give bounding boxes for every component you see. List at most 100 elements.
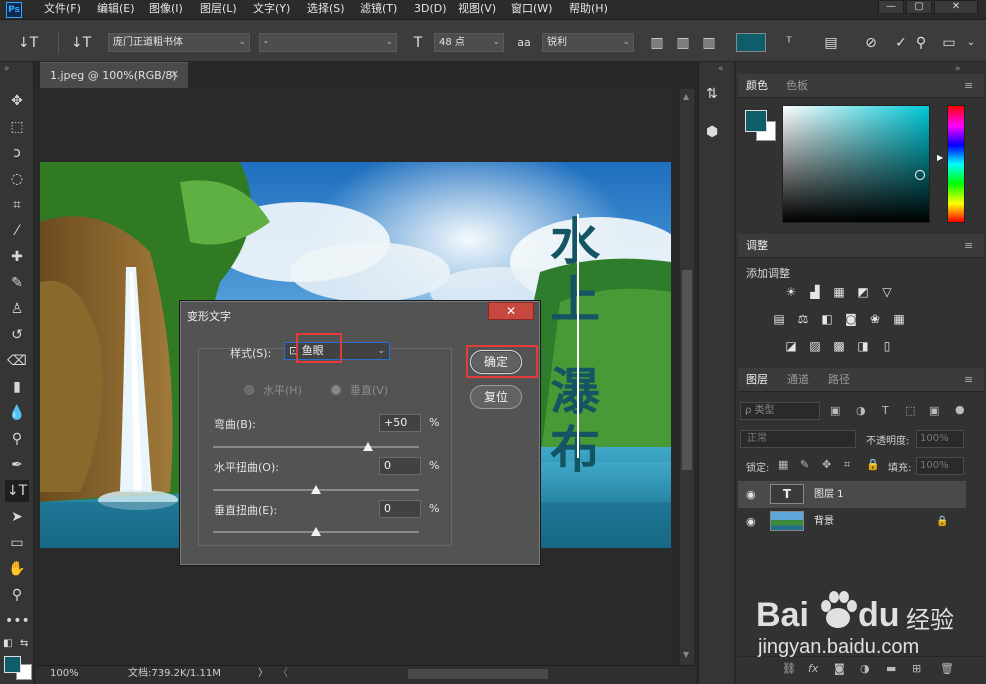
photo-filter-icon[interactable]: ◙	[843, 312, 859, 326]
expand-panels-icon[interactable]: »	[955, 64, 961, 74]
reset-button[interactable]: 复位	[470, 385, 522, 409]
font-size-select[interactable]: 48 点 ⌄	[434, 33, 504, 52]
filter-type-icon[interactable]: T	[882, 404, 889, 417]
marquee-tool-icon[interactable]: ⬚	[5, 116, 29, 138]
font-style-select[interactable]: - ⌄	[259, 33, 397, 52]
scroll-down-icon[interactable]: ▼	[683, 650, 689, 659]
vertical-text-layer[interactable]: 水 上 瀑 布	[545, 212, 605, 482]
curves-icon[interactable]: ▦	[831, 285, 847, 299]
black-white-icon[interactable]: ◧	[819, 312, 835, 326]
horizontal-distortion-input[interactable]: 0	[379, 457, 421, 475]
bend-slider-track[interactable]	[213, 446, 419, 448]
menu-help[interactable]: 帮助(H)	[569, 2, 608, 16]
history-brush-tool-icon[interactable]: ↺	[5, 324, 29, 346]
tab-color[interactable]: 颜色	[746, 74, 768, 98]
horizontal-radio[interactable]	[244, 385, 254, 395]
blur-tool-icon[interactable]: 💧	[5, 402, 29, 424]
layer-name[interactable]: 背景	[814, 508, 834, 535]
3d-panel-icon[interactable]: ⬢	[706, 124, 718, 140]
swap-colors-icon[interactable]: ⇆	[20, 638, 28, 649]
eraser-tool-icon[interactable]: ⌫	[5, 350, 29, 372]
invert-icon[interactable]: ◪	[783, 339, 799, 353]
vertical-type-tool-icon[interactable]: ↓T	[5, 480, 29, 502]
tab-paths[interactable]: 路径	[828, 368, 850, 392]
filter-adjustment-icon[interactable]: ◑	[856, 404, 866, 417]
workspace-chevron-icon[interactable]: ⌄	[962, 33, 980, 53]
color-panel-menu-icon[interactable]: ≡	[964, 74, 973, 98]
menu-3d[interactable]: 3D(D)	[414, 2, 447, 16]
collapse-panels-icon[interactable]: «	[718, 64, 724, 74]
lock-position-icon[interactable]: ✥	[822, 458, 831, 471]
hue-pointer-icon[interactable]: ▶	[937, 153, 943, 162]
dialog-close-button[interactable]: ✕	[488, 302, 534, 320]
status-menu-arrow-icon[interactable]: 〉	[258, 667, 268, 681]
eyedropper-tool-icon[interactable]: ⁄	[5, 220, 29, 242]
filter-shape-icon[interactable]: ⬚	[905, 404, 915, 417]
align-top-icon[interactable]: ▥	[646, 33, 668, 53]
levels-icon[interactable]: ▟	[807, 285, 823, 299]
hue-saturation-icon[interactable]: ▤	[771, 312, 787, 326]
workspace-icon[interactable]: ▭	[938, 33, 960, 53]
vertical-scrollbar-thumb[interactable]	[682, 270, 692, 470]
character-panel-icon[interactable]: ▤	[820, 33, 842, 53]
lock-transparent-icon[interactable]: ▦	[778, 458, 788, 471]
layer-row-text[interactable]: ◉ T 图层 1	[738, 481, 966, 508]
layers-panel-menu-icon[interactable]: ≡	[964, 368, 973, 392]
panel-foreground-swatch[interactable]	[745, 110, 767, 132]
exposure-icon[interactable]: ◩	[855, 285, 871, 299]
vertical-radio[interactable]	[331, 385, 341, 395]
text-color-swatch[interactable]	[736, 33, 766, 52]
vertical-distortion-slider-thumb[interactable]	[311, 527, 321, 536]
scroll-up-icon[interactable]: ▲	[683, 92, 689, 101]
channel-mixer-icon[interactable]: ❀	[867, 312, 883, 326]
history-panel-icon[interactable]: ⇅	[706, 86, 718, 102]
cancel-icon[interactable]: ⊘	[860, 33, 882, 53]
toggle-orientation-icon[interactable]: ↓T	[70, 33, 92, 53]
hand-tool-icon[interactable]: ✋	[5, 558, 29, 580]
eye-icon[interactable]: ◉	[746, 481, 756, 508]
selective-color-icon[interactable]: ▯	[879, 339, 895, 353]
tab-swatches[interactable]: 色板	[786, 74, 808, 98]
color-lookup-icon[interactable]: ▦	[891, 312, 907, 326]
layer-row-background[interactable]: ◉ 背景 🔒	[738, 508, 966, 535]
antialias-select[interactable]: 锐利 ⌄	[542, 33, 634, 52]
posterize-icon[interactable]: ▨	[807, 339, 823, 353]
menu-view[interactable]: 视图(V)	[458, 2, 496, 16]
move-tool-icon[interactable]: ✥	[5, 90, 29, 112]
healing-brush-tool-icon[interactable]: ✚	[5, 246, 29, 268]
layer-name[interactable]: 图层 1	[814, 481, 844, 508]
default-colors-icon[interactable]: ◧	[3, 638, 12, 649]
warp-text-icon[interactable]: ᵀ	[778, 33, 800, 53]
bend-input[interactable]: +50	[379, 414, 421, 432]
layer-kind-filter[interactable]: ρ 类型	[740, 402, 820, 420]
lock-all-icon[interactable]: 🔒	[866, 458, 880, 471]
tab-layers[interactable]: 图层	[746, 368, 768, 392]
search-icon[interactable]: ⚲	[912, 33, 930, 53]
filter-smart-object-icon[interactable]: ▣	[929, 404, 939, 417]
zoom-tool-icon[interactable]: ⚲	[5, 584, 29, 606]
menu-select[interactable]: 选择(S)	[307, 2, 345, 16]
gradient-tool-icon[interactable]: ▮	[5, 376, 29, 398]
align-bottom-icon[interactable]: ▥	[698, 33, 720, 53]
color-picker-marker[interactable]	[915, 170, 925, 180]
pen-tool-icon[interactable]: ✒	[5, 454, 29, 476]
threshold-icon[interactable]: ▩	[831, 339, 847, 353]
brightness-icon[interactable]: ☀	[783, 285, 799, 299]
menu-window[interactable]: 窗口(W)	[511, 2, 552, 16]
bend-slider-thumb[interactable]	[362, 442, 373, 451]
minimize-button[interactable]: —	[878, 0, 904, 14]
vertical-distortion-input[interactable]: 0	[379, 500, 421, 518]
menu-filter[interactable]: 滤镜(T)	[360, 2, 397, 16]
crop-tool-icon[interactable]: ⌗	[5, 194, 29, 216]
lasso-tool-icon[interactable]: ↄ	[5, 142, 29, 164]
opacity-input[interactable]: 100%	[916, 430, 964, 448]
quick-select-tool-icon[interactable]: ◌	[5, 168, 29, 190]
vertical-type-tool-preset-icon[interactable]: ↓T	[10, 33, 46, 53]
restore-button[interactable]: ▢	[906, 0, 932, 14]
lock-artboard-icon[interactable]: ⌗	[844, 458, 850, 472]
filter-pixel-icon[interactable]: ▣	[830, 404, 840, 417]
blend-mode-select[interactable]: 正常	[740, 430, 856, 448]
align-center-icon[interactable]: ▥	[672, 33, 694, 53]
eye-icon[interactable]: ◉	[746, 508, 756, 535]
filter-toggle-icon[interactable]: ●	[955, 403, 965, 416]
